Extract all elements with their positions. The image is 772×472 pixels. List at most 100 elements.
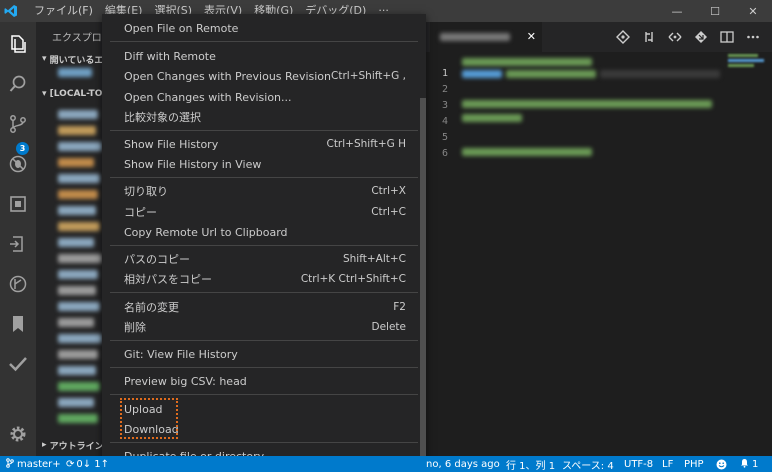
- editor-actions: [614, 28, 762, 46]
- menu-item-label: Download: [124, 422, 179, 436]
- list-item[interactable]: [58, 318, 94, 327]
- menu-item-label: 比較対象の選択: [124, 111, 201, 124]
- bell-icon: [740, 458, 749, 471]
- notifications-status[interactable]: 1: [740, 456, 758, 472]
- list-item[interactable]: [58, 190, 98, 199]
- sync-label: 0↓ 1↑: [76, 458, 110, 470]
- source-control-icon[interactable]: [0, 106, 36, 142]
- menu-separator: [110, 245, 418, 246]
- language-status[interactable]: PHP: [684, 456, 704, 472]
- list-item[interactable]: [58, 254, 102, 263]
- outline-header[interactable]: ▸ アウトライン: [36, 436, 110, 454]
- todo-check-icon[interactable]: [0, 346, 36, 382]
- menu-diff-with-remote[interactable]: Diff with Remote: [110, 46, 418, 66]
- menu-item-label: Show File History: [124, 137, 219, 151]
- chevron-right-icon: ▸: [42, 440, 50, 450]
- menu-show-file-history-in-view[interactable]: Show File History in View: [110, 154, 418, 174]
- code-line: [462, 114, 522, 122]
- bookmarks-icon[interactable]: [0, 306, 36, 342]
- menu-file[interactable]: ファイル(F): [28, 0, 99, 22]
- menu-scrollbar[interactable]: [420, 98, 426, 472]
- list-item[interactable]: [58, 270, 98, 279]
- list-item[interactable]: [58, 238, 94, 247]
- menu-item-label: 切り取り: [124, 185, 168, 198]
- menu-cut[interactable]: 切り取り Ctrl+X: [110, 181, 418, 201]
- sync-status[interactable]: ⟳ 0↓ 1↑: [66, 456, 109, 472]
- menu-open-file-on-remote[interactable]: Open File on Remote: [110, 18, 418, 38]
- more-actions-icon[interactable]: [744, 28, 762, 46]
- minimap[interactable]: [728, 54, 768, 68]
- menu-download[interactable]: Download: [110, 419, 418, 439]
- code-line: [600, 70, 720, 78]
- settings-gear-icon[interactable]: [0, 416, 36, 452]
- menu-select-for-compare[interactable]: 比較対象の選択: [110, 107, 418, 127]
- eol-status[interactable]: LF: [662, 456, 673, 472]
- list-item[interactable]: [58, 350, 98, 359]
- smiley-icon[interactable]: [716, 456, 727, 472]
- list-item[interactable]: [58, 158, 94, 167]
- editor-tab[interactable]: ✕: [430, 22, 542, 52]
- chevron-down-icon: ▾: [42, 89, 50, 99]
- extensions-icon[interactable]: [0, 186, 36, 222]
- list-item[interactable]: [58, 398, 94, 407]
- list-item[interactable]: [58, 366, 96, 375]
- cursor-position[interactable]: 行 1、列 1: [506, 456, 555, 472]
- status-bar: master+ ⟳ 0↓ 1↑ no, 6 days ago 行 1、列 1 ス…: [0, 456, 772, 472]
- list-item[interactable]: [58, 110, 98, 119]
- menu-separator: [110, 292, 418, 293]
- menu-copy-relative-path[interactable]: 相対パスをコピー Ctrl+K Ctrl+Shift+C: [110, 269, 418, 289]
- menu-copy[interactable]: コピー Ctrl+C: [110, 202, 418, 222]
- inline-diff-icon[interactable]: [666, 28, 684, 46]
- list-item[interactable]: [58, 334, 102, 343]
- line-number: 1: [441, 68, 448, 79]
- line-number: 3: [441, 100, 448, 111]
- close-window-button[interactable]: ✕: [734, 0, 772, 22]
- explorer-icon[interactable]: [0, 26, 36, 62]
- menu-preview-big-csv[interactable]: Preview big CSV: head: [110, 371, 418, 391]
- remote-explorer-icon[interactable]: [0, 226, 36, 262]
- search-icon[interactable]: [0, 66, 36, 102]
- maximize-button[interactable]: ☐: [696, 0, 734, 22]
- branch-label: master+: [17, 458, 61, 470]
- git-history-icon[interactable]: [0, 266, 36, 302]
- menu-show-file-history[interactable]: Show File History Ctrl+Shift+G H: [110, 134, 418, 154]
- tab-close-icon[interactable]: ✕: [527, 30, 536, 43]
- list-item[interactable]: [58, 222, 100, 231]
- minimize-button[interactable]: —: [658, 0, 696, 22]
- list-item[interactable]: [58, 206, 96, 215]
- indentation-status[interactable]: スペース: 4: [562, 456, 614, 472]
- list-item[interactable]: [58, 68, 92, 77]
- menu-git-view-file-history[interactable]: Git: View File History: [110, 344, 418, 364]
- git-compare-icon[interactable]: [692, 28, 710, 46]
- outline-label: アウトライン: [49, 441, 104, 452]
- window-controls: — ☐ ✕: [658, 0, 772, 22]
- open-changes-icon[interactable]: [614, 28, 632, 46]
- list-item[interactable]: [58, 142, 102, 151]
- open-editors-header[interactable]: ▾ 開いているエ: [36, 50, 110, 68]
- git-blame-status[interactable]: no, 6 days ago: [426, 456, 500, 472]
- menu-open-changes-with-revision[interactable]: Open Changes with Revision...: [110, 87, 418, 107]
- split-editor-icon[interactable]: [718, 28, 736, 46]
- menu-rename[interactable]: 名前の変更 F2: [110, 297, 418, 317]
- list-item[interactable]: [58, 302, 100, 311]
- menu-item-label: 名前の変更: [124, 301, 179, 314]
- menu-upload[interactable]: Upload: [110, 399, 418, 419]
- menu-item-label: Preview big CSV: head: [124, 374, 247, 388]
- menu-copy-path[interactable]: パスのコピー Shift+Alt+C: [110, 249, 418, 269]
- list-item[interactable]: [58, 382, 100, 391]
- list-item[interactable]: [58, 286, 96, 295]
- menu-open-changes-prev-revision[interactable]: Open Changes with Previous Revision Ctrl…: [110, 66, 418, 86]
- explorer-sidebar: エクスプロー ▾ 開いているエ ▾ [LOCAL-TO- ▸ アウトライン: [36, 22, 110, 456]
- debug-icon[interactable]: [0, 146, 36, 182]
- list-item[interactable]: [58, 414, 98, 423]
- folder-header[interactable]: ▾ [LOCAL-TO-: [36, 85, 110, 103]
- list-item[interactable]: [58, 126, 96, 135]
- branch-status[interactable]: master+: [6, 456, 61, 472]
- list-item[interactable]: [58, 174, 100, 183]
- menu-delete[interactable]: 削除 Delete: [110, 317, 418, 337]
- open-editors-label: 開いているエ: [49, 55, 104, 66]
- compare-changes-icon[interactable]: [640, 28, 658, 46]
- encoding-status[interactable]: UTF-8: [624, 456, 653, 472]
- menu-copy-remote-url[interactable]: Copy Remote Url to Clipboard: [110, 222, 418, 242]
- menu-separator: [110, 177, 418, 178]
